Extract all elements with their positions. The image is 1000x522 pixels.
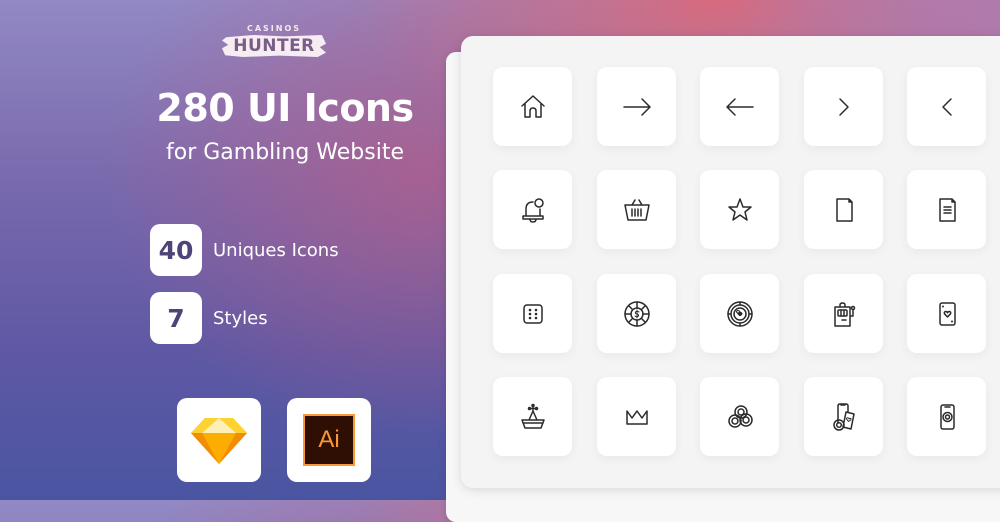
stat-unique-icons: 40 Uniques Icons bbox=[150, 224, 339, 276]
icon-tile bbox=[804, 377, 883, 456]
stat-label: Uniques Icons bbox=[213, 239, 339, 261]
mobile-cards-chip-icon bbox=[832, 402, 855, 431]
icon-tile bbox=[597, 274, 676, 353]
stat-styles: 7 Styles bbox=[150, 292, 268, 344]
icon-tile bbox=[700, 274, 779, 353]
document-text-icon bbox=[938, 197, 956, 222]
stat-label: Styles bbox=[213, 307, 268, 329]
casino-chip-clover-icon bbox=[726, 300, 753, 327]
mobile-chip-icon bbox=[939, 403, 955, 430]
icon-tile bbox=[907, 170, 986, 249]
sketch-app-tile bbox=[177, 398, 261, 482]
icon-tile bbox=[700, 170, 779, 249]
chevron-right-icon bbox=[838, 97, 849, 116]
casinos-hunter-logo: CASINOS HUNTER bbox=[218, 22, 330, 64]
arrow-right-icon bbox=[622, 97, 651, 116]
crown-icon bbox=[625, 409, 648, 425]
chevron-left-icon bbox=[941, 97, 952, 116]
dice-icon bbox=[522, 303, 543, 324]
arrow-left-icon bbox=[725, 97, 754, 116]
icon-tile bbox=[804, 67, 883, 146]
document-blank-icon bbox=[835, 197, 853, 222]
icon-tile bbox=[493, 377, 572, 456]
stat-value-badge: 7 bbox=[150, 292, 202, 344]
slot-machine-icon bbox=[833, 301, 855, 327]
illustrator-app-tile: Ai bbox=[287, 398, 371, 482]
icon-tile bbox=[700, 377, 779, 456]
casino-chip-dollar-icon bbox=[623, 300, 650, 327]
icon-tile bbox=[804, 170, 883, 249]
icon-tile bbox=[597, 67, 676, 146]
icon-tile bbox=[493, 67, 572, 146]
subheadline: for Gambling Website bbox=[166, 140, 404, 165]
star-icon bbox=[727, 197, 752, 221]
icon-tile bbox=[493, 274, 572, 353]
logo-top-text: CASINOS bbox=[246, 24, 302, 33]
stat-value-badge: 40 bbox=[150, 224, 202, 276]
icon-tile bbox=[597, 170, 676, 249]
icon-tile bbox=[700, 67, 779, 146]
sketch-diamond-icon bbox=[191, 418, 247, 464]
adobe-illustrator-icon: Ai bbox=[303, 414, 355, 466]
sailboat-hat-icon bbox=[520, 403, 545, 429]
icon-tile bbox=[804, 274, 883, 353]
icon-tile bbox=[597, 377, 676, 456]
icon-tile bbox=[907, 274, 986, 353]
icon-tile bbox=[493, 170, 572, 249]
icon-tile bbox=[907, 377, 986, 456]
headline: 280 UI Icons bbox=[156, 86, 414, 130]
chips-stack-icon bbox=[727, 404, 753, 428]
bell-notification-icon bbox=[521, 197, 544, 223]
logo-wordmark: HUNTER bbox=[233, 36, 315, 56]
basket-icon bbox=[623, 198, 650, 221]
playing-card-heart-icon bbox=[938, 301, 956, 326]
home-icon bbox=[520, 94, 545, 118]
icon-tile bbox=[907, 67, 986, 146]
